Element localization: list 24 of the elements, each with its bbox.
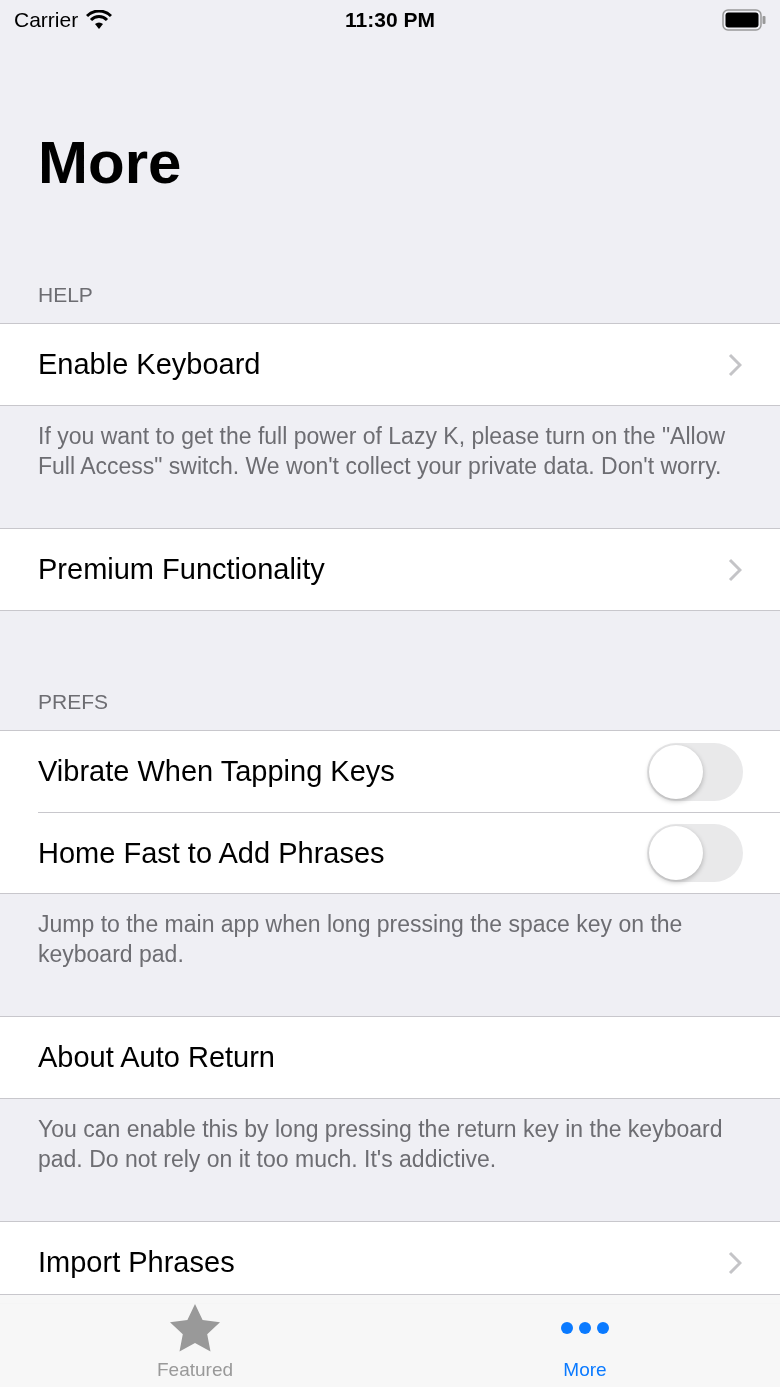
chevron-icon: [728, 1250, 742, 1275]
chevron-icon: [728, 352, 742, 377]
page-title: More: [38, 128, 182, 197]
row-label: Home Fast to Add Phrases: [38, 836, 385, 870]
row-label: Vibrate When Tapping Keys: [38, 755, 395, 788]
row-label[interactable]: Import Phrases: [38, 1246, 235, 1279]
section-footer: Jump to the main app when long pressing the space key on the keyboard pad.: [0, 894, 780, 1016]
section-footer: You can enable this by long pressing the return key in the keyboard pad. Do not rely on it too much. It's addictive.: [0, 1099, 780, 1221]
star-icon: [168, 1303, 222, 1353]
toggle-switch[interactable]: [647, 742, 743, 801]
wifi-icon: [86, 10, 113, 30]
status-time: 11:30 PM: [345, 8, 435, 32]
carrier-label: Carrier: [14, 8, 79, 32]
chevron-icon: [728, 557, 742, 582]
more-icon: [561, 1322, 609, 1334]
section-footer: If you want to get the full power of Lazy K, please turn on the "Allow Full Access" switch. We won't collect your private data. Don't worry.: [0, 406, 780, 528]
section-header: PREFS: [37, 689, 109, 715]
toggle-switch[interactable]: [647, 824, 743, 882]
row-label[interactable]: Enable Keyboard: [38, 348, 261, 381]
row-label[interactable]: About Auto Return: [38, 1041, 275, 1074]
battery-icon: [722, 9, 766, 31]
section-header: HELP: [37, 282, 94, 308]
tab-item[interactable]: More: [390, 1295, 780, 1387]
row-label[interactable]: Premium Functionality: [38, 553, 325, 586]
